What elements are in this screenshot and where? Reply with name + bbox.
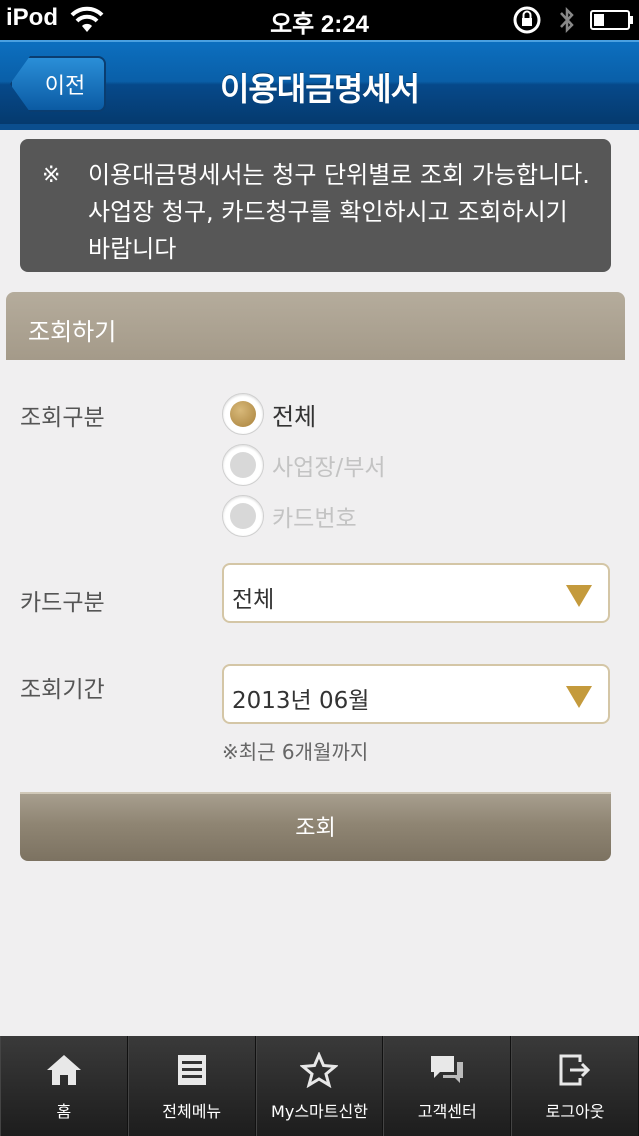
card-type-label: 카드구분 xyxy=(20,590,105,616)
tab-customer-center[interactable]: 고객센터 xyxy=(383,1036,512,1136)
radio-option-card-number[interactable]: 카드번호 xyxy=(222,494,357,538)
battery-icon xyxy=(590,10,633,30)
section-header: 조회하기 xyxy=(6,292,625,360)
dropdown-arrow-icon xyxy=(566,585,592,607)
radio-option-business[interactable]: 사업장/부서 xyxy=(222,443,386,487)
tab-my-smart[interactable]: My스마트신한 xyxy=(255,1036,384,1136)
tab-label: My스마트신한 xyxy=(271,1102,368,1121)
tab-label: 로그아웃 xyxy=(545,1102,605,1121)
tab-logout[interactable]: 로그아웃 xyxy=(511,1036,639,1136)
menu-icon xyxy=(177,1055,206,1085)
radio-button[interactable] xyxy=(222,444,264,486)
nav-bar: 이전 이용대금명세서 xyxy=(0,40,639,130)
notice-box: ※ 이용대금명세서는 청구 단위별로 조회 가능합니다. 사업장 청구, 카드청… xyxy=(20,139,611,272)
notice-text: 이용대금명세서는 청구 단위별로 조회 가능합니다. 사업장 청구, 카드청구를… xyxy=(88,161,590,263)
tab-label: 홈 xyxy=(56,1102,72,1121)
radio-option-all[interactable]: 전체 xyxy=(222,392,316,436)
query-type-label: 조회구분 xyxy=(20,405,105,431)
radio-label: 사업장/부서 xyxy=(272,455,386,481)
period-value: 2013년 06월 xyxy=(232,688,370,714)
card-type-value: 전체 xyxy=(232,587,275,613)
radio-button[interactable] xyxy=(222,393,264,435)
radio-label: 전체 xyxy=(272,402,317,431)
tab-bar: 홈 전체메뉴 My스마트신한 고객센터 로그아웃 xyxy=(0,1036,639,1136)
tab-all-menu[interactable]: 전체메뉴 xyxy=(127,1036,256,1136)
radio-label: 카드번호 xyxy=(272,506,357,532)
notice-mark: ※ xyxy=(42,163,61,188)
page-title: 이용대금명세서 xyxy=(219,70,420,108)
logout-icon xyxy=(559,1054,591,1086)
chat-icon xyxy=(431,1056,464,1083)
card-type-select[interactable]: 전체 xyxy=(222,563,610,623)
rotation-lock-icon xyxy=(513,6,541,34)
period-hint: ※최근 6개월까지 xyxy=(222,740,369,764)
period-select[interactable]: 2013년 06월 xyxy=(222,664,610,724)
dropdown-arrow-icon xyxy=(566,686,592,708)
tab-label: 전체메뉴 xyxy=(162,1102,222,1121)
bluetooth-icon xyxy=(560,6,574,34)
tab-home[interactable]: 홈 xyxy=(0,1036,128,1136)
status-bar: iPod 오후 2:24 xyxy=(0,0,639,40)
period-label: 조회기간 xyxy=(20,677,105,703)
radio-button[interactable] xyxy=(222,495,264,537)
query-button[interactable]: 조회 xyxy=(20,792,611,861)
star-icon xyxy=(300,1052,339,1088)
home-icon xyxy=(46,1055,81,1085)
tab-label: 고객센터 xyxy=(417,1102,477,1121)
